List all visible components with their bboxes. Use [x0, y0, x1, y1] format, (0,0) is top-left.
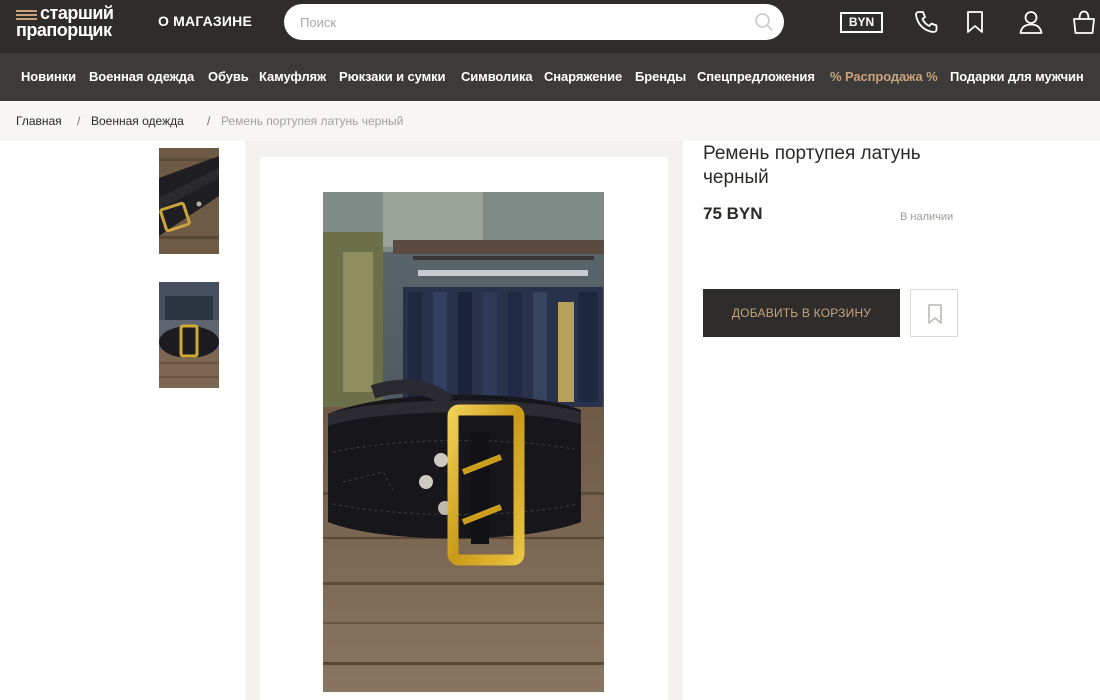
nav-item-new[interactable]: Новинки: [21, 69, 76, 84]
bag-icon[interactable]: [1071, 9, 1097, 35]
store-logo[interactable]: старший прапорщик: [16, 4, 128, 42]
breadcrumb: Главная / Военная одежда / Ремень портуп…: [0, 101, 1100, 141]
bookmark-icon: [928, 304, 942, 324]
availability-status: В наличии: [900, 211, 954, 223]
breadcrumb-current: Ремень портупея латунь черный: [221, 114, 404, 128]
search-box: [284, 4, 784, 40]
nav-item-footwear[interactable]: Обувь: [208, 69, 249, 84]
add-to-favorites-button[interactable]: [910, 289, 958, 337]
nav-item-sale[interactable]: % Распродажа %: [830, 69, 938, 84]
nav-item-symbols[interactable]: Символика: [461, 69, 533, 84]
nav-item-gear[interactable]: Снаряжение: [544, 69, 622, 84]
product-image-frame: [260, 157, 668, 700]
category-nav: Новинки Военная одежда Обувь Камуфляж Рю…: [0, 53, 1100, 101]
phone-icon[interactable]: [913, 9, 939, 35]
nav-item-backpacks[interactable]: Рюкзаки и сумки: [339, 69, 446, 84]
breadcrumb-military-clothing[interactable]: Военная одежда: [91, 114, 184, 128]
add-to-cart-button[interactable]: ДОБАВИТЬ В КОРЗИНУ: [703, 289, 900, 337]
product-main-image[interactable]: [323, 192, 604, 692]
nav-item-military-clothing[interactable]: Военная одежда: [89, 69, 194, 84]
breadcrumb-home[interactable]: Главная: [16, 114, 62, 128]
breadcrumb-separator: /: [207, 114, 211, 128]
product-thumbnail-2[interactable]: [159, 282, 219, 388]
product-image-stage: [245, 141, 683, 700]
currency-selector[interactable]: BYN: [840, 12, 883, 33]
search-input[interactable]: [300, 13, 740, 31]
about-store-link[interactable]: О МАГАЗИНЕ: [158, 13, 252, 29]
search-icon[interactable]: [754, 12, 774, 32]
user-icon[interactable]: [1018, 9, 1044, 35]
belt-thumbnail-image: [159, 148, 219, 254]
product-thumbnail-1[interactable]: [159, 148, 219, 254]
top-header: старший прапорщик О МАГАЗИНЕ BYN: [0, 0, 1100, 53]
nav-item-special-offers[interactable]: Спецпредложения: [697, 69, 815, 84]
bookmark-icon[interactable]: [962, 9, 988, 35]
nav-item-camouflage[interactable]: Камуфляж: [259, 69, 326, 84]
nav-item-brands[interactable]: Бренды: [635, 69, 686, 84]
product-title: Ремень портупея латунь черный: [703, 143, 921, 188]
product-price: 75 BYN: [703, 204, 763, 223]
nav-item-gifts[interactable]: Подарки для мужчин: [950, 69, 1084, 84]
breadcrumb-separator: /: [77, 114, 81, 128]
belt-thumbnail-image: [159, 282, 219, 388]
logo-text-bottom: прапорщик: [16, 20, 112, 40]
belt-photo: [323, 192, 604, 692]
